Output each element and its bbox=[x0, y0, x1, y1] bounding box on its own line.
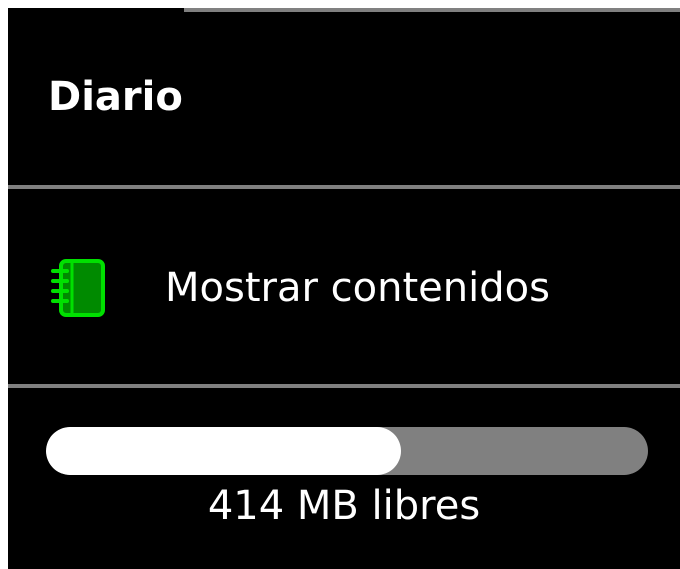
journal-palette: Diario Mostrar contenidos 414 MB libres bbox=[8, 8, 680, 569]
storage-progress-fill bbox=[46, 427, 402, 475]
notebook-icon bbox=[48, 255, 114, 321]
palette-top-border bbox=[184, 8, 680, 12]
divider bbox=[8, 384, 680, 388]
show-contents-label: Mostrar contenidos bbox=[165, 265, 550, 311]
palette-title: Diario bbox=[48, 74, 183, 120]
storage-progress-bar bbox=[46, 427, 648, 475]
show-contents-menu-item[interactable]: Mostrar contenidos bbox=[8, 189, 680, 384]
free-space-label: 414 MB libres bbox=[207, 483, 481, 529]
